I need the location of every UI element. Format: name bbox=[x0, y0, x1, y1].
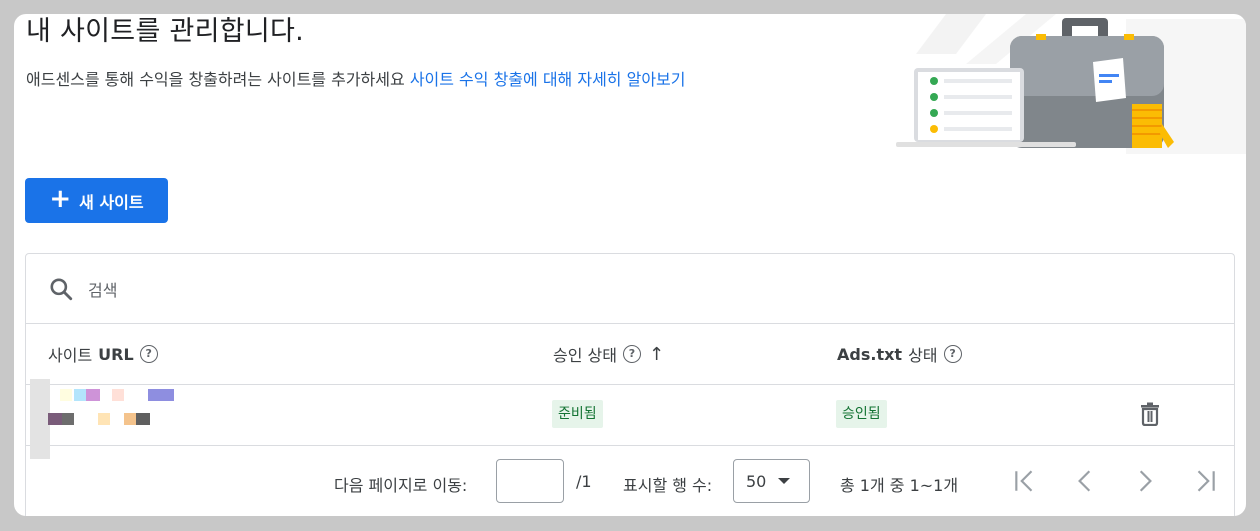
first-page-icon[interactable] bbox=[1012, 468, 1038, 494]
help-icon[interactable]: ? bbox=[943, 345, 962, 363]
subtitle-text: 애드센스를 통해 수익을 창출하려는 사이트를 추가하세요 bbox=[26, 70, 405, 89]
column-approval-status[interactable]: 승인 상태 ? ↑ bbox=[553, 324, 664, 384]
goto-page-label: 다음 페이지로 이동: bbox=[334, 476, 468, 495]
sites-card: 내 사이트를 관리합니다. 애드센스를 통해 수익을 창출하려는 사이트를 추가… bbox=[14, 14, 1246, 516]
rows-per-page-label: 표시할 행 수: bbox=[623, 476, 713, 495]
column-approval-label: 승인 상태 bbox=[553, 346, 617, 365]
briefcase-laptop-illustration bbox=[896, 14, 1246, 154]
search-input[interactable] bbox=[86, 276, 690, 304]
search-icon bbox=[50, 278, 73, 301]
ads-txt-status-badge: 승인됨 bbox=[836, 400, 887, 428]
table-header: 사이트 URL ? 승인 상태 ? ↑ Ads.txt 상태 ? bbox=[26, 324, 1234, 385]
table-row[interactable]: 준비됨 승인됨 bbox=[26, 379, 1234, 459]
trash-icon[interactable] bbox=[1139, 402, 1161, 426]
sites-table: 사이트 URL ? 승인 상태 ? ↑ Ads.txt 상태 ? bbox=[25, 253, 1235, 516]
page-title: 내 사이트를 관리합니다. bbox=[26, 16, 305, 47]
help-icon[interactable]: ? bbox=[139, 345, 158, 363]
page-subtitle: 애드센스를 통해 수익을 창출하려는 사이트를 추가하세요 사이트 수익 창출에… bbox=[26, 69, 685, 91]
new-site-button[interactable]: + 새 사이트 bbox=[25, 178, 168, 223]
search-bar bbox=[26, 254, 1234, 324]
help-icon[interactable]: ? bbox=[622, 345, 641, 363]
last-page-icon[interactable] bbox=[1192, 468, 1218, 494]
sort-ascending-icon[interactable]: ↑ bbox=[649, 344, 664, 365]
column-ads-txt-label: Ads.txt bbox=[837, 344, 903, 364]
next-page-icon[interactable] bbox=[1132, 468, 1158, 494]
learn-more-link[interactable]: 사이트 수익 창출에 대해 자세히 알아보기 bbox=[410, 70, 686, 89]
plus-icon: + bbox=[49, 184, 72, 214]
page-number-input[interactable] bbox=[496, 459, 564, 503]
column-site-url[interactable]: 사이트 URL ? bbox=[48, 324, 158, 384]
column-ads-txt-status[interactable]: Ads.txt 상태 ? bbox=[837, 324, 962, 384]
column-ads-txt-label-suffix: 상태 bbox=[908, 346, 938, 365]
dropdown-caret-icon bbox=[778, 478, 791, 484]
total-pages: /1 bbox=[576, 472, 592, 491]
previous-page-icon[interactable] bbox=[1072, 468, 1098, 494]
column-site-url-label-suffix: URL bbox=[98, 344, 134, 364]
pagination-bar: 다음 페이지로 이동: /1 표시할 행 수: 50 총 1개 중 1~1개 bbox=[26, 446, 1234, 516]
new-site-label: 새 사이트 bbox=[79, 192, 144, 212]
column-site-url-label: 사이트 bbox=[48, 346, 93, 365]
range-text: 총 1개 중 1~1개 bbox=[840, 476, 959, 495]
rows-per-page-value: 50 bbox=[746, 471, 767, 491]
rows-per-page-select[interactable]: 50 bbox=[733, 459, 810, 503]
approval-status-badge: 준비됨 bbox=[552, 400, 603, 428]
